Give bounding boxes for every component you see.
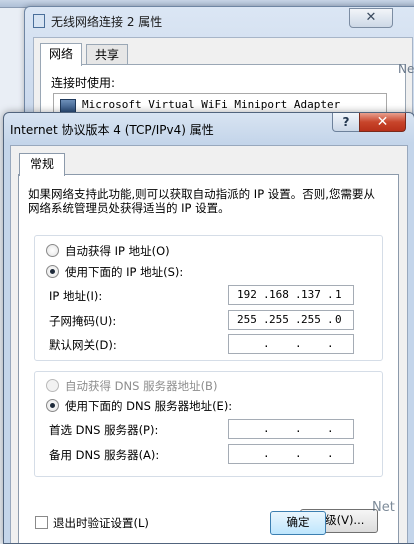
subnet-mask-input[interactable]: 255 . 255 . 255 . 0 (228, 310, 354, 330)
general-panel: 如果网络支持此功能,则可以获取自动指派的 IP 设置。否则,您需要从网络系统管理… (18, 174, 399, 543)
back-window-title: 无线网络连接 2 属性 (51, 15, 163, 29)
radio-ip-manual-label: 使用下面的 IP 地址(S): (65, 265, 184, 279)
tab-general[interactable]: 常规 (19, 153, 66, 176)
connect-using-label: 连接时使用: (51, 76, 116, 90)
radio-dns-manual-label: 使用下面的 DNS 服务器地址(E): (65, 399, 233, 413)
ip-octet-4: 1 (335, 288, 342, 301)
ip-octet-2: 168 (269, 288, 289, 301)
radio-ip-auto[interactable]: 自动获得 IP 地址(O) (46, 243, 170, 259)
preferred-dns-label: 首选 DNS 服务器(P): (49, 423, 159, 437)
subnet-mask-label: 子网掩码(U): (49, 314, 117, 328)
alternate-dns-input[interactable]: ... (228, 444, 354, 464)
ip-address-input[interactable]: 192 . 168 . 137 . 1 (228, 285, 354, 305)
watermark-net-top: Ne (398, 62, 414, 76)
subnet-octet-4: 0 (335, 313, 342, 326)
help-button[interactable]: ? (332, 113, 360, 132)
subnet-octet-3: 255 (301, 313, 321, 326)
adapter-name: Microsoft Virtual WiFi Miniport Adapter (82, 98, 341, 111)
ip-octet-3: 137 (301, 288, 321, 301)
back-properties-window: 无线网络连接 2 属性 ✕ 网络 共享 连接时使用: Microsoft Vir… (24, 6, 414, 119)
back-window-body: 网络 共享 连接时使用: Microsoft Virtual WiFi Mini… (33, 37, 413, 119)
ip-octet-1: 192 (237, 288, 257, 301)
gateway-input[interactable]: ... (228, 334, 354, 354)
watermark-net: Net (372, 500, 395, 515)
subnet-octet-2: 255 (269, 313, 289, 326)
ip-address-label: IP 地址(I): (49, 289, 103, 303)
dns-settings-group: 自动获得 DNS 服务器地址(B) 使用下面的 DNS 服务器地址(E): 首选… (34, 371, 383, 477)
preferred-dns-input[interactable]: ... (228, 419, 354, 439)
radio-dns-auto[interactable]: 自动获得 DNS 服务器地址(B) (46, 378, 217, 394)
radio-dns-auto-indicator[interactable] (46, 379, 59, 392)
radio-ip-manual-indicator[interactable] (46, 265, 59, 278)
dialog-content: 常规 如果网络支持此功能,则可以获取自动指派的 IP 设置。否则,您需要从网络系… (10, 145, 408, 543)
validate-on-exit-label: 退出时验证设置(L) (53, 516, 149, 530)
radio-ip-manual[interactable]: 使用下面的 IP 地址(S): (46, 264, 183, 280)
radio-ip-auto-label: 自动获得 IP 地址(O) (65, 244, 170, 258)
tab-network[interactable]: 网络 (40, 43, 83, 66)
back-tab-panel: 连接时使用: Microsoft Virtual WiFi Miniport A… (40, 64, 406, 119)
validate-on-exit-checkbox[interactable] (35, 516, 48, 529)
close-button[interactable]: ✕ (359, 113, 406, 132)
radio-ip-auto-indicator[interactable] (46, 244, 59, 257)
ok-button[interactable]: 确定 (270, 511, 326, 535)
gateway-label: 默认网关(D): (49, 338, 117, 352)
adapter-icon (60, 99, 76, 113)
subnet-octet-1: 255 (237, 313, 257, 326)
alternate-dns-label: 备用 DNS 服务器(A): (49, 448, 160, 462)
dialog-title: Internet 协议版本 4 (TCP/IPv4) 属性 (10, 123, 214, 137)
ip-settings-group: 自动获得 IP 地址(O) 使用下面的 IP 地址(S): IP 地址(I): … (34, 235, 383, 361)
back-close-icon[interactable]: ✕ (349, 8, 393, 28)
validate-on-exit[interactable]: 退出时验证设置(L) (35, 515, 149, 531)
description-text: 如果网络支持此功能,则可以获取自动指派的 IP 设置。否则,您需要从网络系统管理… (28, 187, 375, 215)
radio-dns-auto-label: 自动获得 DNS 服务器地址(B) (65, 379, 218, 393)
radio-dns-manual[interactable]: 使用下面的 DNS 服务器地址(E): (46, 398, 232, 414)
network-icon (33, 14, 45, 28)
tcpip-properties-dialog: Internet 协议版本 4 (TCP/IPv4) 属性 ? ✕ 常规 如果网… (3, 112, 414, 544)
radio-dns-manual-indicator[interactable] (46, 399, 59, 412)
tab-sharing[interactable]: 共享 (86, 44, 129, 65)
